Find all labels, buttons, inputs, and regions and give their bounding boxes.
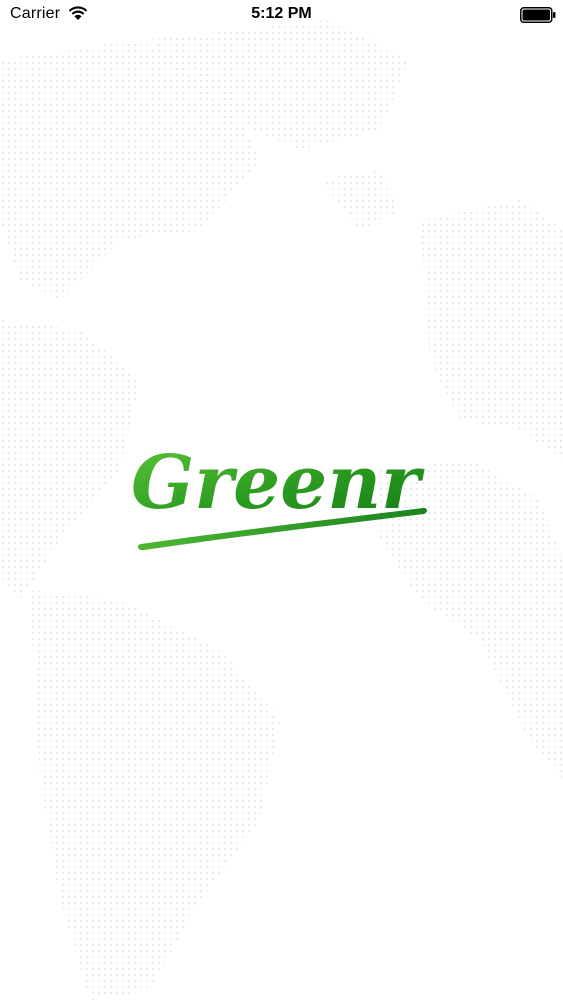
greenr-logo: Greenr <box>131 440 427 551</box>
status-time: 5:12 PM <box>251 5 312 22</box>
splash-screen: Carrier 5:12 PM Greenr <box>0 0 563 1000</box>
battery-icon <box>520 7 556 23</box>
logo-wordmark: Greenr <box>131 440 425 526</box>
status-bar: Carrier 5:12 PM <box>0 0 563 30</box>
